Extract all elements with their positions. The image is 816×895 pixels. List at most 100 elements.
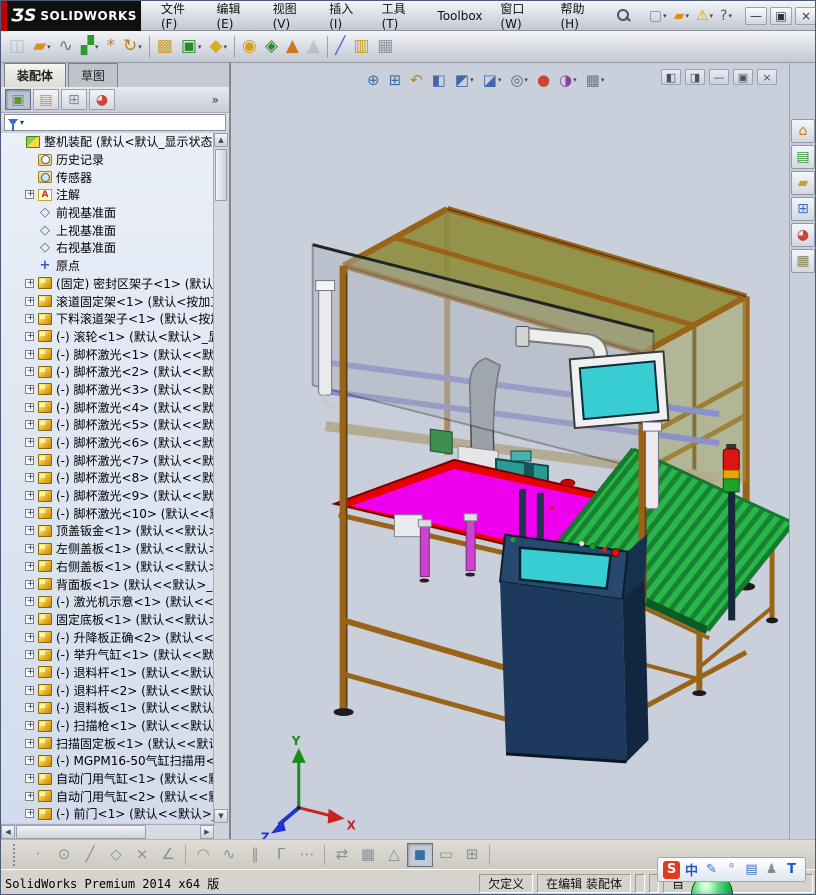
edit-appearance-icon[interactable]: ● ▾ bbox=[533, 67, 554, 93]
tree-item[interactable]: (-) 退料板<1> (默认<<默认>_ bbox=[1, 699, 215, 717]
tree-item[interactable]: 右侧盖板<1> (默认<<默认>_显 bbox=[1, 558, 215, 576]
expand-toggle-icon[interactable] bbox=[25, 542, 35, 555]
tree-item[interactable]: 前视基准面 bbox=[1, 204, 215, 222]
single-viewport-icon[interactable]: ▭ bbox=[433, 843, 459, 867]
ime-keyboard-icon[interactable]: ▤ bbox=[743, 861, 760, 879]
tree-item[interactable]: 左侧盖板<1> (默认<<默认>_显 bbox=[1, 540, 215, 558]
apply-scene-icon[interactable]: ◑ ▾ bbox=[555, 67, 581, 93]
minimize-button[interactable]: — bbox=[745, 6, 767, 25]
polygon-icon[interactable]: ◇ bbox=[103, 843, 129, 867]
menu-tools[interactable]: 工具(T) bbox=[374, 1, 428, 35]
expand-toggle-icon[interactable] bbox=[25, 489, 35, 502]
line-icon[interactable]: ╱ bbox=[77, 843, 103, 867]
doc-close-icon[interactable]: × bbox=[757, 69, 777, 85]
pane-right-icon[interactable]: ◨ bbox=[685, 69, 705, 85]
section-view-icon[interactable]: ◧ ▾ bbox=[428, 67, 450, 93]
expand-toggle-icon[interactable] bbox=[25, 330, 35, 343]
tree-item[interactable]: (-) 前门<1> (默认<<默认>_显 bbox=[1, 805, 215, 823]
view-orientation-icon[interactable]: ◩ ▾ bbox=[451, 67, 478, 93]
menu-view[interactable]: 视图(V) bbox=[265, 1, 320, 35]
tree-item[interactable]: 上视基准面 bbox=[1, 221, 215, 239]
grid-icon[interactable]: ▦ bbox=[355, 843, 381, 867]
ime-chinese-icon[interactable]: 中 bbox=[683, 861, 700, 879]
expand-toggle-icon[interactable] bbox=[25, 524, 35, 537]
tree-item[interactable]: (-) 脚杯激光<6> (默认<<默认 bbox=[1, 434, 215, 452]
previous-view-icon[interactable]: ↶ ▾ bbox=[406, 67, 427, 93]
tree-item[interactable]: 顶盖钣金<1> (默认<<默认>_显 bbox=[1, 522, 215, 540]
appearances-icon[interactable]: ◕ bbox=[791, 223, 815, 247]
hide-show-items-icon[interactable]: ◎ ▾ bbox=[506, 67, 532, 93]
tree-item[interactable]: (-) 脚杯激光<9> (默认<<默认 bbox=[1, 487, 215, 505]
expand-toggle-icon[interactable] bbox=[25, 772, 35, 785]
tree-item[interactable]: (-) 脚杯激光<8> (默认<<默认 bbox=[1, 469, 215, 487]
smart-fasteners-icon[interactable]: * ▾ bbox=[103, 34, 120, 60]
tree-item[interactable]: 历史记录 bbox=[1, 151, 215, 169]
tree-horizontal-scrollbar[interactable]: ◀ ▶ bbox=[1, 824, 215, 839]
ime-dot-icon[interactable]: ° bbox=[723, 861, 740, 879]
expand-toggle-icon[interactable] bbox=[25, 790, 35, 802]
expand-toggle-icon[interactable] bbox=[25, 348, 35, 360]
expand-toggle-icon[interactable] bbox=[25, 701, 35, 714]
ime-pen-icon[interactable]: ✎ bbox=[703, 861, 720, 879]
tree-filter-input[interactable]: ▾ bbox=[4, 114, 226, 131]
tree-item[interactable]: (-) 脚杯激光<4> (默认<<默认 bbox=[1, 398, 215, 416]
tree-item[interactable]: 注解 bbox=[1, 186, 215, 204]
model-canvas[interactable]: Y X Z bbox=[231, 63, 791, 839]
assembly-features-icon[interactable]: ▣ ▾ bbox=[177, 34, 206, 60]
menu-window[interactable]: 窗口(W) bbox=[492, 1, 550, 35]
scroll-down-button[interactable]: ▼ bbox=[214, 809, 228, 823]
close-button[interactable]: × bbox=[795, 6, 815, 25]
expand-toggle-icon[interactable] bbox=[25, 277, 35, 289]
point-icon[interactable]: · bbox=[25, 843, 51, 867]
tree-item[interactable]: (-) 扫描枪<1> (默认<<默认>_ bbox=[1, 717, 215, 735]
doc-minimize-icon[interactable]: — bbox=[709, 69, 729, 85]
ime-person-icon[interactable]: ♟ bbox=[763, 861, 780, 879]
expand-toggle-icon[interactable] bbox=[25, 737, 35, 749]
tree-item[interactable]: 背面板<1> (默认<<默认>_显示 bbox=[1, 575, 215, 593]
tree-item[interactable]: 下料滚道架子<1> (默认<按加工 bbox=[1, 310, 215, 328]
insert-components-icon[interactable]: ◫ ▾ bbox=[5, 34, 29, 60]
help-icon[interactable]: ? ▾ bbox=[717, 5, 735, 27]
expand-toggle-icon[interactable] bbox=[25, 648, 35, 661]
solidworks-resources-icon[interactable]: ⚠ ▾ bbox=[693, 5, 716, 27]
menu-help[interactable]: 帮助(H) bbox=[553, 1, 608, 35]
linear-component-pattern-icon[interactable]: ▞ ▾ bbox=[77, 34, 103, 60]
expand-toggle-icon[interactable] bbox=[25, 578, 35, 590]
horizontal-scroll-thumb[interactable] bbox=[16, 825, 146, 839]
shaded-view-icon[interactable]: ◼ bbox=[407, 842, 433, 867]
open-icon[interactable]: ▰ ▾ bbox=[29, 34, 55, 60]
expand-toggle-icon[interactable] bbox=[25, 295, 35, 307]
view-settings-icon[interactable]: ▦ ▾ bbox=[582, 67, 609, 93]
circle-icon[interactable]: ⊙ bbox=[51, 843, 77, 867]
four-viewport-icon[interactable]: ⊞ bbox=[459, 843, 485, 867]
measure-icon[interactable]: ╱ ▾ bbox=[331, 34, 349, 60]
menu-file[interactable]: 文件(F) bbox=[153, 1, 206, 35]
centerline-icon[interactable]: ⋯ bbox=[294, 843, 320, 867]
custom-properties-icon[interactable]: ▦ bbox=[791, 249, 815, 273]
arc-icon[interactable]: ◠ bbox=[190, 843, 216, 867]
tree-item[interactable]: 固定底板<1> (默认<<默认>_显 bbox=[1, 611, 215, 629]
tree-item[interactable]: (-) 退料杆<2> (默认<<默认>_ bbox=[1, 681, 215, 699]
zoom-area-icon[interactable]: ⊞ ▾ bbox=[385, 67, 406, 93]
tree-item[interactable]: (固定) 密封区架子<1> (默认< bbox=[1, 275, 215, 293]
triangle-icon[interactable]: △ bbox=[381, 843, 407, 867]
corner-icon[interactable]: Γ bbox=[268, 843, 294, 867]
pane-left-icon[interactable]: ◧ bbox=[661, 69, 681, 85]
toolbar-grip[interactable] bbox=[13, 843, 17, 866]
tree-item[interactable]: (-) 脚杯激光<2> (默认<<默认 bbox=[1, 363, 215, 381]
offset-entities-icon[interactable]: ∥ bbox=[242, 843, 268, 867]
expand-toggle-icon[interactable] bbox=[25, 595, 35, 608]
reference-geometry-icon[interactable]: ◆ ▾ bbox=[205, 34, 231, 60]
ime-shirt-icon[interactable]: T bbox=[783, 861, 800, 879]
trim-entities-icon[interactable]: × bbox=[129, 843, 155, 867]
expand-toggle-icon[interactable] bbox=[25, 454, 35, 466]
sogou-logo-icon[interactable]: S bbox=[663, 860, 680, 879]
tab-sketch[interactable]: 草图 bbox=[68, 63, 119, 87]
tree-item[interactable]: 自动门用气缸<2> (默认<<默认 bbox=[1, 787, 215, 805]
featuremanager-tab[interactable]: ▣ bbox=[5, 89, 31, 110]
manager-overflow-chevron[interactable]: » bbox=[212, 93, 225, 107]
tree-item[interactable]: (-) 滚轮<1> (默认<默认>_显 bbox=[1, 328, 215, 346]
tree-item[interactable]: 整机装配 (默认<默认_显示状态- bbox=[1, 133, 215, 151]
menu-insert[interactable]: 插入(I) bbox=[321, 1, 371, 35]
motion-study-icon[interactable]: ◉ ▾ bbox=[238, 34, 261, 60]
